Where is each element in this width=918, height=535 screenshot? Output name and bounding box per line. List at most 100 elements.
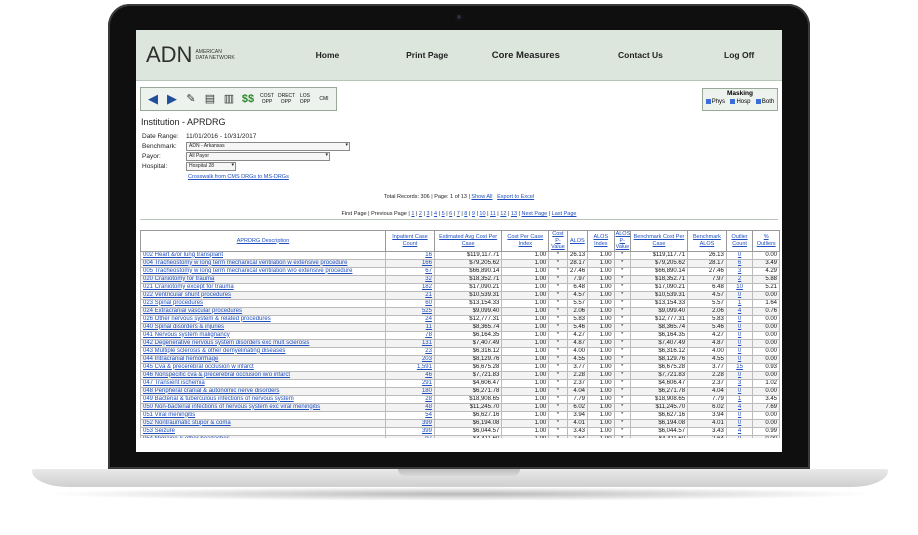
outlier-count-link[interactable]: 0 <box>725 354 754 364</box>
drg-description-link[interactable]: 043 Multiple sclerosis & other demyelina… <box>140 346 386 356</box>
outlier-count-link[interactable]: 0 <box>725 290 754 300</box>
outlier-count-link[interactable]: 0 <box>725 418 754 428</box>
page-link-10[interactable]: 10 <box>479 211 485 217</box>
case-count-link[interactable]: 180 <box>384 386 435 396</box>
case-count-link[interactable]: 23 <box>384 346 435 356</box>
column-header-0[interactable]: APRDRG Description <box>140 230 386 252</box>
drg-description-link[interactable]: 022 Ventricular shunt procedures <box>140 290 386 300</box>
outlier-count-link[interactable]: 0 <box>725 314 754 324</box>
column-header-11[interactable]: % Outliers <box>752 230 780 252</box>
drg-description-link[interactable]: 050 Non-bacterial infections of nervous … <box>140 402 386 412</box>
show-all-link[interactable]: Show All <box>471 194 492 200</box>
case-count-link[interactable]: 399 <box>384 418 435 428</box>
outlier-count-link[interactable]: 10 <box>725 282 754 292</box>
outlier-count-link[interactable]: 4 <box>725 402 754 412</box>
page-link-11[interactable]: 11 <box>490 211 496 217</box>
drg-description-link[interactable]: 051 Viral meningitis <box>140 410 386 420</box>
drg-description-link[interactable]: 002 Heart &/or lung transplant <box>140 250 386 260</box>
drg-description-link[interactable]: 049 Bacterial & tuberculous infections o… <box>140 394 386 404</box>
benchmark-select[interactable]: ADN - Arkansas <box>186 141 350 151</box>
hospital-select[interactable]: Hospital 28 <box>186 161 236 171</box>
drg-description-link[interactable]: 042 Degenerative nervous system disorder… <box>140 338 386 348</box>
outlier-count-link[interactable]: 0 <box>725 386 754 396</box>
page-link-3[interactable]: 3 <box>426 211 429 217</box>
case-count-link[interactable]: 166 <box>384 258 435 268</box>
drg-description-link[interactable]: 040 Spinal disorders & injuries <box>140 322 386 332</box>
column-header-8[interactable]: Benchmark Cost Per Case <box>629 230 689 252</box>
case-count-link[interactable]: 78 <box>384 330 435 340</box>
adn-logo[interactable]: ADN AMERICAN DATA NETWORK <box>136 42 268 68</box>
cmi-button[interactable]: CMI <box>316 96 332 102</box>
nav-print-page[interactable]: Print Page <box>387 50 467 60</box>
column-header-4[interactable]: Cost P-Value <box>548 230 568 252</box>
outlier-count-link[interactable]: 3 <box>725 266 754 276</box>
outlier-count-link[interactable]: 2 <box>725 274 754 284</box>
payor-select[interactable]: All Payor <box>186 151 330 161</box>
drg-description-link[interactable]: 026 Other nervous system & related proce… <box>140 314 386 324</box>
outlier-count-link[interactable]: 0 <box>725 322 754 332</box>
edit-icon[interactable]: ✎ <box>183 91 199 107</box>
drg-description-link[interactable]: 004 Tracheostomy w long term mechanical … <box>140 258 386 268</box>
drg-description-link[interactable]: 046 Nonspecific cva & precerebral occlus… <box>140 370 386 380</box>
page-link-5[interactable]: 5 <box>442 211 445 217</box>
case-count-link[interactable]: 46 <box>384 370 435 380</box>
mask-phys-checkbox[interactable]: Phys <box>705 98 725 105</box>
case-count-link[interactable]: 48 <box>384 402 435 412</box>
dollar-icon[interactable]: $$ <box>240 91 256 107</box>
drg-description-link[interactable]: 047 Transient ischemia <box>140 378 386 388</box>
case-count-link[interactable]: 131 <box>384 338 435 348</box>
case-count-link[interactable]: 1,591 <box>384 362 435 372</box>
outlier-count-link[interactable]: 0 <box>725 346 754 356</box>
case-count-link[interactable]: 182 <box>384 282 435 292</box>
nav-core-measures[interactable]: Core Measures <box>467 50 585 61</box>
page-link-2[interactable]: 2 <box>419 211 422 217</box>
case-count-link[interactable]: 28 <box>384 394 435 404</box>
case-count-link[interactable]: 32 <box>384 274 435 284</box>
column-header-7[interactable]: ALOS P-Value <box>613 230 631 252</box>
outlier-count-link[interactable]: 0 <box>725 250 754 260</box>
case-count-link[interactable]: 16 <box>384 250 435 260</box>
outlier-count-link[interactable]: 3 <box>725 378 754 388</box>
case-count-link[interactable]: 525 <box>384 306 435 316</box>
outlier-count-link[interactable]: 1 <box>725 394 754 404</box>
outlier-count-link[interactable]: 4 <box>725 426 754 436</box>
case-count-link[interactable]: 291 <box>384 378 435 388</box>
report-icon[interactable]: ▤ <box>202 91 218 107</box>
page-link-8[interactable]: 8 <box>464 211 467 217</box>
export-excel-link[interactable]: Export to Excel <box>497 194 534 200</box>
chart-icon[interactable]: ▥ <box>221 91 237 107</box>
column-header-10[interactable]: Outlier Count <box>725 230 754 252</box>
back-arrow-icon[interactable]: ◀ <box>145 91 161 107</box>
case-count-link[interactable]: 60 <box>384 298 435 308</box>
nav-home[interactable]: Home <box>268 50 388 60</box>
case-count-link[interactable]: 11 <box>384 322 435 332</box>
nav-log-off[interactable]: Log Off <box>696 50 782 60</box>
first-page-label[interactable]: First Page <box>342 211 367 217</box>
case-count-link[interactable]: 54 <box>384 410 435 420</box>
page-link-1[interactable]: 1 <box>411 211 414 217</box>
los-opp-button[interactable]: LOS OPP <box>297 93 313 105</box>
drg-description-link[interactable]: 024 Extracranial vascular procedures <box>140 306 386 316</box>
drg-description-link[interactable]: 052 Nontraumatic stupor & coma <box>140 418 386 428</box>
column-header-1[interactable]: Inpatient Case Count <box>384 230 435 252</box>
column-header-6[interactable]: ALOS Index <box>587 230 615 252</box>
drg-description-link[interactable]: 041 Nervous system malignancy <box>140 330 386 340</box>
page-link-7[interactable]: 7 <box>457 211 460 217</box>
direct-opp-button[interactable]: DRECT OPP <box>278 93 295 105</box>
page-link-4[interactable]: 4 <box>434 211 437 217</box>
case-count-link[interactable]: 24 <box>384 314 435 324</box>
drg-description-link[interactable]: 044 Intracranial hemorrhage <box>140 354 386 364</box>
outlier-count-link[interactable]: 1 <box>725 298 754 308</box>
previous-page-label[interactable]: Previous Page <box>371 211 407 217</box>
column-header-9[interactable]: Benchmark ALOS <box>687 230 727 252</box>
page-link-9[interactable]: 9 <box>472 211 475 217</box>
page-link-13[interactable]: 13 <box>511 211 517 217</box>
drg-description-link[interactable]: 023 Spinal procedures <box>140 298 386 308</box>
outlier-count-link[interactable]: 0 <box>725 338 754 348</box>
column-header-2[interactable]: Estimated Avg Cost Per Case <box>433 230 503 252</box>
outlier-count-link[interactable]: 15 <box>725 362 754 372</box>
case-count-link[interactable]: 399 <box>384 426 435 436</box>
next-page-link[interactable]: Next Page <box>522 211 548 217</box>
drg-description-link[interactable]: 053 Seizure <box>140 426 386 436</box>
outlier-count-link[interactable]: 0 <box>725 330 754 340</box>
